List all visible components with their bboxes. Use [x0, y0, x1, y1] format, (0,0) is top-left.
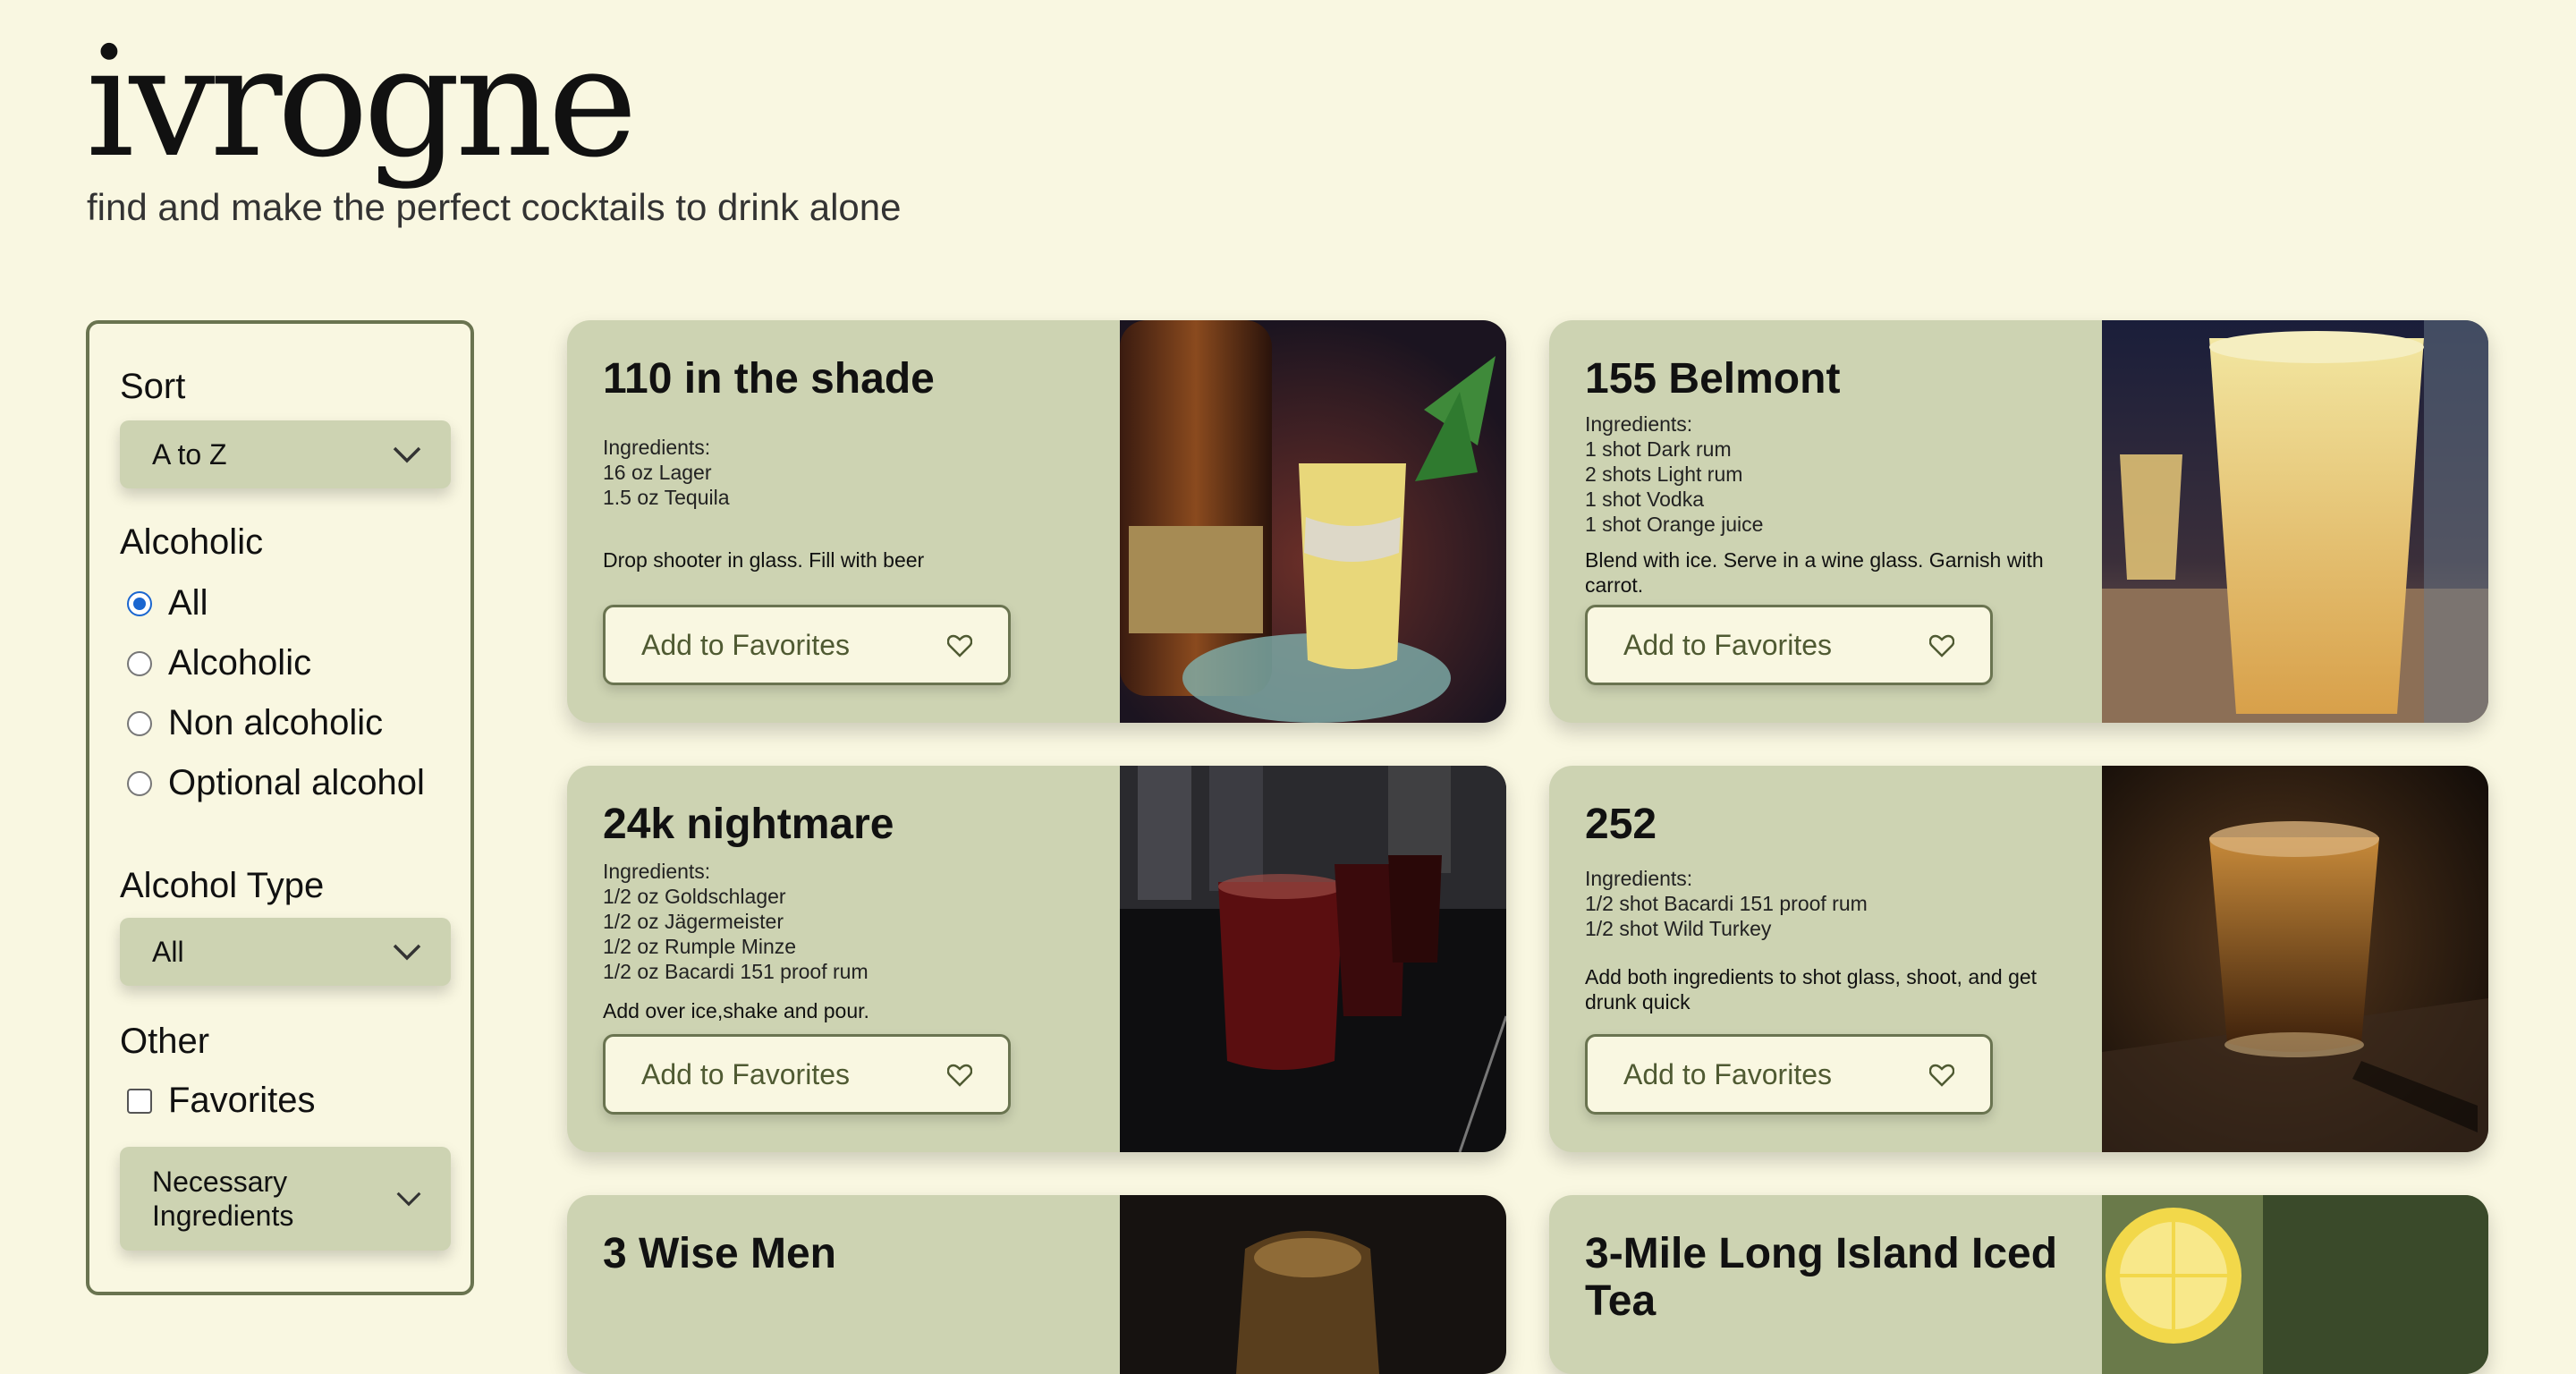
alcoholic-heading: Alcoholic [120, 522, 264, 562]
other-heading: Other [120, 1022, 210, 1061]
cocktail-title: 110 in the shade [603, 355, 935, 403]
ingredient: 1/2 oz Jägermeister [603, 910, 784, 933]
alcoholic-option-all[interactable]: All [127, 583, 208, 623]
option-label: All [168, 583, 208, 623]
ingredients-list: Ingredients: 1/2 shot Bacardi 151 proof … [1585, 866, 2086, 941]
ingredients-list: Ingredients: 16 oz Lager 1.5 oz Tequila [603, 435, 1104, 510]
button-label: Add to Favorites [1623, 1057, 1832, 1090]
heart-icon [947, 1064, 972, 1087]
heart-icon [1929, 634, 1954, 657]
ingredients-label: Ingredients: [1585, 412, 1693, 436]
ingredient: 2 shots Light rum [1585, 462, 1743, 486]
ingredient: 1/2 shot Wild Turkey [1585, 917, 1772, 940]
necessary-ingredients-select[interactable]: Necessary Ingredients [120, 1147, 451, 1251]
ingredients-label: Ingredients: [603, 436, 711, 459]
cocktail-card: 155 Belmont Ingredients: 1 shot Dark rum… [1549, 320, 2488, 723]
sort-select-value: A to Z [152, 437, 227, 471]
add-to-favorites-button[interactable]: Add to Favorites [603, 1034, 1011, 1115]
ingredients-label: Ingredients: [603, 860, 711, 883]
chevron-down-icon [393, 446, 421, 463]
add-to-favorites-button[interactable]: Add to Favorites [603, 605, 1011, 685]
favorites-checkbox-option[interactable]: Favorites [127, 1081, 316, 1121]
cocktail-card: 24k nightmare Ingredients: 1/2 oz Goldsc… [567, 766, 1506, 1152]
tagline: find and make the perfect cocktails to d… [87, 186, 902, 228]
ingredient: 1/2 oz Rumple Minze [603, 935, 797, 958]
cocktail-card: 3 Wise Men [567, 1195, 1506, 1374]
cocktail-title: 155 Belmont [1585, 355, 1841, 403]
button-label: Add to Favorites [641, 1057, 850, 1090]
heart-icon [947, 634, 972, 657]
option-label: Non alcoholic [168, 703, 384, 742]
ingredients-list: Ingredients: 1/2 oz Goldschlager 1/2 oz … [603, 859, 1104, 984]
option-label: Optional alcohol [168, 763, 425, 802]
cocktail-card: 3-Mile Long Island Iced Tea [1549, 1195, 2488, 1374]
chevron-down-icon [396, 1192, 421, 1207]
radio-button[interactable] [127, 770, 152, 796]
app-logo: ivrogne [86, 14, 638, 191]
ingredient: 1 shot Vodka [1585, 488, 1704, 511]
sort-heading: Sort [120, 367, 186, 406]
ingredient: 1/2 oz Bacardi 151 proof rum [603, 960, 869, 983]
ingredient: 16 oz Lager [603, 461, 712, 484]
filter-panel: Sort A to Z Alcoholic All Alcoholic Non … [86, 320, 474, 1295]
heart-icon [1929, 1064, 1954, 1087]
button-label: Add to Favorites [641, 628, 850, 661]
chevron-down-icon [393, 944, 421, 961]
alcohol-type-heading: Alcohol Type [120, 866, 325, 905]
alcoholic-option-non-alcoholic[interactable]: Non alcoholic [127, 703, 383, 743]
alcoholic-option-alcoholic[interactable]: Alcoholic [127, 643, 311, 683]
cocktail-photo [2102, 320, 2488, 723]
add-to-favorites-button[interactable]: Add to Favorites [1585, 1034, 1993, 1115]
radio-button[interactable] [127, 590, 152, 616]
cocktail-title: 252 [1585, 801, 1657, 848]
cocktail-title: 24k nightmare [603, 801, 894, 848]
ingredients-select-value: Necessary Ingredients [152, 1165, 294, 1232]
favorites-label: Favorites [168, 1081, 316, 1120]
cocktail-photo [1120, 320, 1506, 723]
sort-select[interactable]: A to Z [120, 420, 451, 488]
cocktail-photo [1120, 1195, 1506, 1374]
favorites-checkbox[interactable] [127, 1088, 152, 1114]
cocktail-title: 3 Wise Men [603, 1230, 836, 1277]
ingredient: 1 shot Dark rum [1585, 437, 1732, 461]
cocktail-card: 252 Ingredients: 1/2 shot Bacardi 151 pr… [1549, 766, 2488, 1152]
ingredient: 1/2 oz Goldschlager [603, 885, 786, 908]
ingredient: 1/2 shot Bacardi 151 proof rum [1585, 892, 1868, 915]
add-to-favorites-button[interactable]: Add to Favorites [1585, 605, 1993, 685]
alcohol-type-select-value: All [152, 935, 184, 968]
instructions: Blend with ice. Serve in a wine glass. G… [1585, 548, 2044, 597]
radio-button[interactable] [127, 710, 152, 736]
alcoholic-option-optional[interactable]: Optional alcohol [127, 763, 425, 803]
radio-button[interactable] [127, 650, 152, 676]
instructions: Add both ingredients to shot glass, shoo… [1585, 965, 2038, 1014]
cocktail-title: 3-Mile Long Island Iced Tea [1585, 1230, 2058, 1325]
cocktail-photo [2102, 766, 2488, 1152]
alcohol-type-select[interactable]: All [120, 918, 451, 986]
ingredients-label: Ingredients: [1585, 867, 1693, 890]
instructions: Add over ice,shake and pour. [603, 999, 869, 1022]
ingredient: 1.5 oz Tequila [603, 486, 730, 509]
cocktail-photo [2102, 1195, 2488, 1374]
option-label: Alcoholic [168, 643, 312, 683]
cocktail-card: 110 in the shade Ingredients: 16 oz Lage… [567, 320, 1506, 723]
ingredient: 1 shot Orange juice [1585, 513, 1764, 536]
button-label: Add to Favorites [1623, 628, 1832, 661]
cocktail-photo [1120, 766, 1506, 1152]
instructions: Drop shooter in glass. Fill with beer [603, 548, 925, 572]
ingredients-list: Ingredients: 1 shot Dark rum 2 shots Lig… [1585, 411, 2086, 537]
